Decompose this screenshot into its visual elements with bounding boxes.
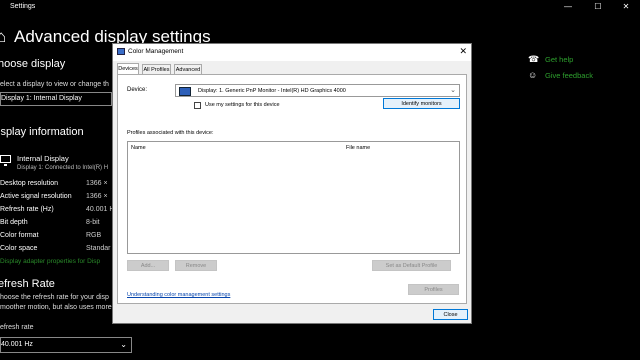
use-my-settings-label: Use my settings for this device	[205, 102, 280, 108]
refresh-rate-desc: hoose the refresh rate for your disp	[0, 294, 109, 301]
monitor-icon	[179, 87, 191, 96]
settings-titlebar: Settings — ☐ ✕	[0, 0, 640, 16]
column-name[interactable]: Name	[131, 145, 146, 151]
close-icon[interactable]: ✕	[459, 46, 467, 57]
display-name: Internal Display	[17, 154, 69, 163]
display-connection: Display 1: Connected to Intel(R) H	[17, 165, 109, 171]
profiles-button[interactable]: Profiles	[408, 284, 459, 295]
devices-panel: Device: Display: 1. Generic PnP Monitor …	[117, 74, 467, 304]
home-icon[interactable]: ⌂	[0, 27, 6, 47]
color-management-icon	[117, 48, 125, 55]
remove-button[interactable]: Remove	[175, 260, 217, 271]
refresh-rate-desc: moother motion, but also uses more	[0, 304, 112, 311]
help-icon: ☎	[528, 54, 540, 64]
info-row: Refresh rate (Hz) 40.001 H	[0, 206, 115, 213]
use-my-settings-checkbox[interactable]	[194, 102, 201, 109]
close-button[interactable]: Close	[433, 309, 468, 320]
dialog-title: Color Management	[128, 48, 184, 55]
color-management-dialog: Color Management ✕ Devices All Profiles …	[112, 43, 472, 324]
set-default-profile-button[interactable]: Set as Default Profile	[372, 260, 451, 271]
tab-advanced[interactable]: Advanced	[174, 64, 202, 74]
tab-all-profiles[interactable]: All Profiles	[142, 64, 171, 74]
device-label: Device:	[127, 87, 148, 93]
info-row: Bit depth 8-bit	[0, 219, 100, 226]
identify-monitors-button[interactable]: Identify monitors	[383, 98, 460, 109]
refresh-rate-select[interactable]: 40.001 Hz ⌄	[0, 337, 132, 353]
display-info-heading: isplay information	[0, 126, 84, 138]
info-row: Color space Standar	[0, 245, 111, 252]
chevron-down-icon: ⌄	[120, 340, 127, 349]
refresh-rate-heading: efresh Rate	[0, 278, 55, 290]
info-row: Active signal resolution 1366 ×	[0, 193, 108, 200]
app-title: Settings	[10, 3, 36, 10]
adapter-properties-link[interactable]: Display adapter properties for Disp	[0, 258, 100, 265]
chevron-down-icon: ⌄	[450, 87, 456, 94]
tab-devices[interactable]: Devices	[117, 63, 139, 74]
profiles-label: Profiles associated with this device:	[127, 130, 214, 136]
display-select[interactable]: Display 1: Internal Display	[0, 92, 112, 106]
device-select[interactable]: Display: 1. Generic PnP Monitor - Intel(…	[175, 84, 460, 97]
maximize-icon[interactable]: ☐	[588, 2, 608, 11]
monitor-icon	[0, 155, 11, 166]
refresh-rate-label: efresh rate	[0, 324, 34, 331]
info-row: Desktop resolution 1366 ×	[0, 180, 108, 187]
column-file-name[interactable]: File name	[346, 145, 370, 151]
choose-display-heading: hoose display	[0, 58, 66, 70]
dialog-titlebar: Color Management ✕	[113, 44, 471, 61]
add-button[interactable]: Add...	[127, 260, 169, 271]
choose-display-description: elect a display to view or change th	[0, 81, 109, 88]
profiles-list[interactable]: Name File name	[127, 141, 460, 254]
feedback-icon: ☺	[528, 70, 538, 80]
info-row: Color format RGB	[0, 232, 102, 239]
close-window-icon[interactable]: ✕	[616, 2, 636, 11]
understanding-color-management-link[interactable]: Understanding color management settings	[127, 292, 230, 298]
minimize-icon[interactable]: —	[558, 2, 578, 11]
